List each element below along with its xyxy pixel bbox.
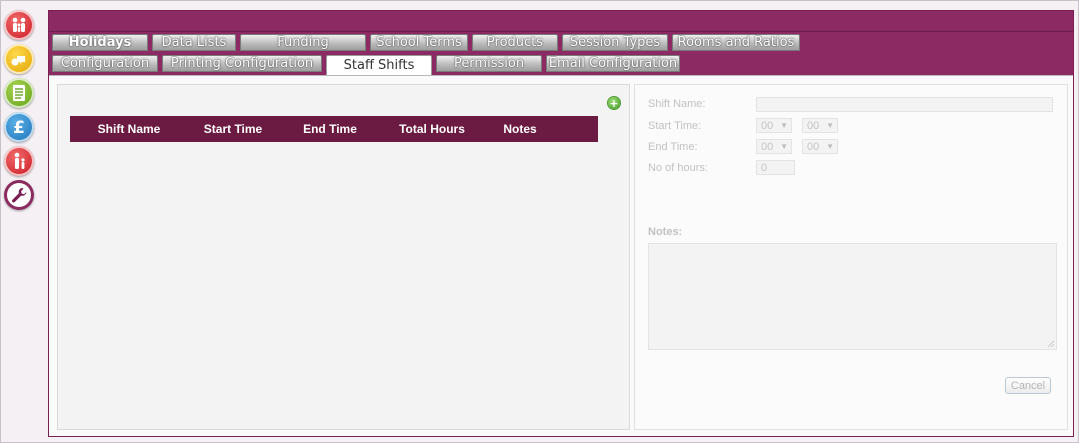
wrench-icon[interactable]: [4, 180, 34, 210]
svg-text:£: £: [13, 118, 25, 137]
app-nav-rail: £: [4, 10, 38, 214]
shifts-list-panel: + Shift Name Start Time End Time Total H…: [57, 84, 630, 430]
start-time-label: Start Time:: [648, 120, 702, 132]
dropdown-arrow-icon: ▼: [826, 142, 834, 151]
end-time-label: End Time:: [648, 141, 698, 153]
tab-content: + Shift Name Start Time End Time Total H…: [49, 75, 1073, 436]
chat-icon[interactable]: [4, 44, 34, 74]
shift-name-label: Shift Name:: [648, 98, 706, 110]
document-list-icon[interactable]: [4, 78, 34, 108]
end-minute-select[interactable]: 00 ▼: [802, 139, 838, 154]
add-shift-icon[interactable]: +: [608, 97, 620, 109]
tab-configuration[interactable]: Configuration: [52, 55, 158, 72]
tab-strip: Holidays Data Lists Funding School Terms…: [49, 32, 1073, 75]
people-icon[interactable]: [4, 146, 34, 176]
tab-session-types[interactable]: Session Types: [562, 34, 668, 51]
tab-email-configuration[interactable]: Email Configuration: [546, 55, 680, 72]
end-hour-value: 00: [761, 140, 774, 153]
start-minute-select[interactable]: 00 ▼: [802, 118, 838, 133]
shifts-table: Shift Name Start Time End Time Total Hou…: [70, 116, 598, 142]
cancel-button[interactable]: Cancel: [1005, 377, 1051, 394]
tab-row-primary: Holidays Data Lists Funding School Terms…: [52, 34, 1070, 53]
end-hour-select[interactable]: 00 ▼: [756, 139, 792, 154]
tab-permission[interactable]: Permission: [436, 55, 542, 72]
settings-window: Holidays Data Lists Funding School Terms…: [48, 10, 1074, 437]
family-icon[interactable]: [4, 10, 34, 40]
hours-label: No of hours:: [648, 162, 708, 174]
dropdown-arrow-icon: ▼: [826, 121, 834, 130]
shift-form-panel: Shift Name: Start Time: 00 ▼ 00 ▼ End Ti…: [634, 84, 1068, 430]
pound-icon[interactable]: £: [4, 112, 34, 142]
tab-funding[interactable]: Funding: [240, 34, 366, 51]
window-header-bar: [49, 11, 1073, 32]
tab-printing-configuration[interactable]: Printing Configuration: [162, 55, 322, 72]
start-minute-value: 00: [807, 119, 820, 132]
dropdown-arrow-icon: ▼: [780, 121, 788, 130]
tab-holidays[interactable]: Holidays: [52, 34, 148, 51]
column-header-end-time[interactable]: End Time: [278, 116, 382, 142]
end-minute-value: 00: [807, 140, 820, 153]
table-header-row: Shift Name Start Time End Time Total Hou…: [70, 116, 598, 142]
column-header-notes[interactable]: Notes: [482, 116, 558, 142]
column-header-start-time[interactable]: Start Time: [188, 116, 278, 142]
column-header-spacer: [558, 116, 598, 142]
tab-products[interactable]: Products: [472, 34, 558, 51]
shift-name-input[interactable]: [756, 97, 1053, 112]
notes-label: Notes:: [648, 226, 683, 238]
tab-school-terms[interactable]: School Terms: [370, 34, 468, 51]
start-hour-select[interactable]: 00 ▼: [756, 118, 792, 133]
dropdown-arrow-icon: ▼: [780, 142, 788, 151]
start-hour-value: 00: [761, 119, 774, 132]
resize-grip-icon[interactable]: [1047, 340, 1054, 347]
tab-staff-shifts[interactable]: Staff Shifts: [326, 55, 432, 75]
tab-row-secondary: Configuration Printing Configuration Sta…: [52, 55, 1070, 75]
column-header-total-hours[interactable]: Total Hours: [382, 116, 482, 142]
tab-rooms-and-ratios[interactable]: Rooms and Ratios: [672, 34, 800, 51]
notes-textarea[interactable]: [648, 243, 1057, 350]
hours-input[interactable]: 0: [756, 160, 795, 175]
tab-data-lists[interactable]: Data Lists: [152, 34, 236, 51]
column-header-shift-name[interactable]: Shift Name: [70, 116, 188, 142]
